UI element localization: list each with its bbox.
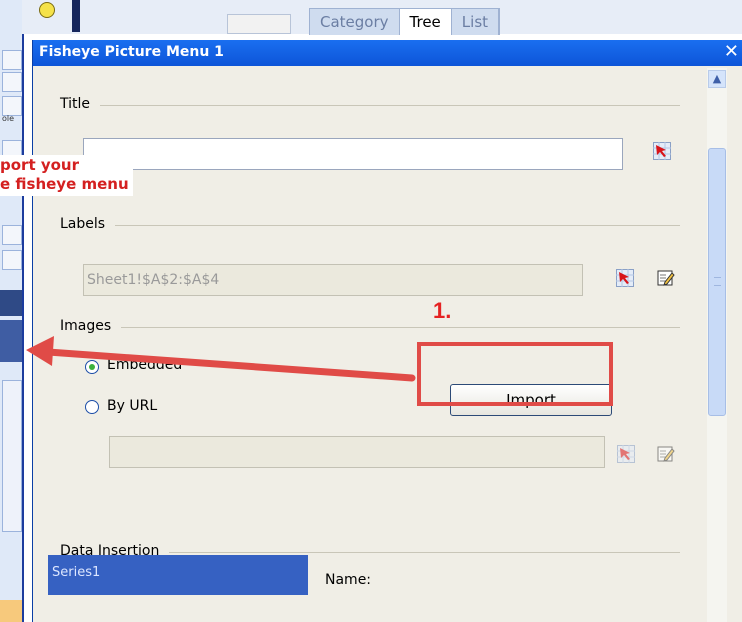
labels-range-field [83, 264, 583, 296]
background-toolbar: Category Tree List [22, 0, 742, 35]
background-left-pane: ole [0, 0, 24, 622]
labels-section-label: Labels [60, 216, 116, 232]
labels-section-header: Labels [60, 216, 680, 234]
section-divider [60, 105, 680, 106]
background-panel [2, 380, 22, 532]
fisheye-picture-menu-dialog: Fisheye Picture Menu 1 ✕ Title Labels Im… [32, 40, 742, 622]
scroll-grip-icon [714, 277, 721, 286]
embedded-radio[interactable] [85, 360, 99, 374]
smiley-icon [39, 2, 55, 18]
step-number-label: 1. [433, 298, 452, 323]
tab-category[interactable]: Category [310, 9, 400, 35]
background-cell [2, 72, 22, 92]
dialog-titlebar[interactable]: Fisheye Picture Menu 1 ✕ [33, 40, 742, 66]
view-tabs: Category Tree List [309, 8, 501, 35]
background-bar [0, 320, 22, 362]
images-section-header: Images [60, 318, 680, 336]
by-url-radio-label: By URL [107, 398, 158, 414]
title-section-header: Title [60, 96, 680, 114]
section-divider [60, 327, 680, 328]
close-icon[interactable]: ✕ [724, 41, 739, 62]
title-section-label: Title [60, 96, 101, 112]
images-section-label: Images [60, 318, 122, 334]
edit-icon[interactable] [657, 269, 675, 287]
vertical-scrollbar[interactable]: ▲ [707, 68, 727, 622]
background-cell [2, 250, 22, 270]
background-cell [2, 96, 22, 116]
background-fragment: ole [2, 114, 15, 123]
tab-tree[interactable]: Tree [399, 9, 452, 35]
scroll-thumb[interactable] [708, 148, 726, 416]
series-list-item[interactable]: Series1 [52, 565, 100, 580]
series-list[interactable]: Series1 [48, 555, 308, 595]
by-url-radio[interactable] [85, 400, 99, 414]
embedded-radio-label: Embedded [107, 357, 183, 373]
section-divider [60, 225, 680, 226]
cell-select-icon[interactable] [616, 269, 634, 287]
import-highlight-box [417, 342, 613, 406]
scroll-up-arrow-icon[interactable]: ▲ [708, 70, 726, 88]
cell-select-icon [617, 445, 635, 463]
background-divider [72, 0, 80, 32]
dialog-title: Fisheye Picture Menu 1 [39, 44, 224, 60]
edit-icon [657, 445, 675, 463]
name-label: Name: [325, 572, 372, 588]
tab-list[interactable]: List [452, 9, 500, 35]
radio-selected-dot [89, 364, 95, 370]
background-bar [0, 290, 22, 316]
background-orange-tile [0, 600, 22, 622]
tutorial-callout: port your e fisheye menu [0, 155, 133, 196]
background-field [227, 14, 291, 34]
background-cell [2, 225, 22, 245]
image-url-field [109, 436, 605, 468]
title-input[interactable] [83, 138, 623, 170]
background-cell [2, 50, 22, 70]
cell-select-icon[interactable] [653, 142, 671, 160]
